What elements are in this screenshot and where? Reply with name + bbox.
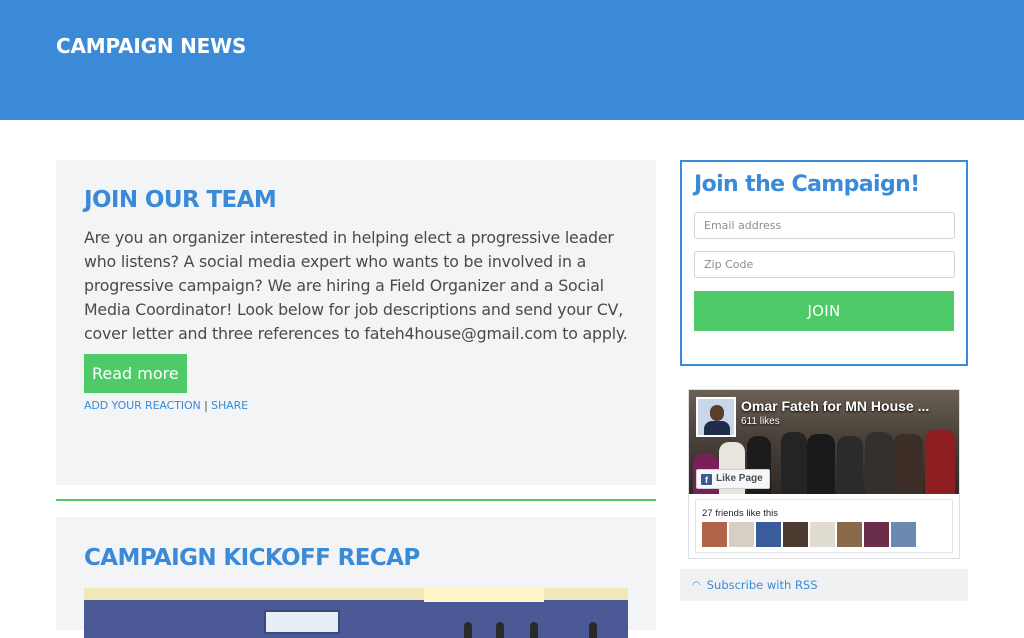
facebook-cover-photo[interactable]: Omar Fateh for MN House ... 611 likes f … <box>689 390 959 494</box>
join-button[interactable]: JOIN <box>694 291 954 331</box>
site-header: CAMPAIGN NEWS <box>0 0 1024 120</box>
avatar-face <box>710 405 724 421</box>
email-field[interactable] <box>694 212 955 239</box>
photo-person <box>530 622 538 638</box>
post-actions: ADD YOUR REACTION | SHARE <box>84 399 628 412</box>
like-page-button[interactable]: f Like Page <box>696 469 770 489</box>
rss-subscribe[interactable]: ◠ Subscribe with RSS <box>680 569 968 601</box>
post-title[interactable]: JOIN OUR TEAM <box>84 160 628 213</box>
add-reaction-link[interactable]: ADD YOUR REACTION <box>84 399 201 412</box>
facebook-icon: f <box>701 473 712 485</box>
join-campaign-title: Join the Campaign! <box>694 172 920 197</box>
cover-person <box>781 432 807 494</box>
friend-avatar[interactable] <box>756 522 781 547</box>
post-title[interactable]: CAMPAIGN KICKOFF RECAP <box>84 517 628 571</box>
join-campaign-widget: Join the Campaign! JOIN <box>680 160 968 366</box>
cover-person <box>925 430 955 494</box>
friends-like-text: 27 friends like this <box>702 508 779 519</box>
zip-code-field[interactable] <box>694 251 955 278</box>
rss-icon: ◠ <box>692 579 701 591</box>
post-excerpt: Are you an organizer interested in helpi… <box>84 228 628 343</box>
photo-light <box>424 588 544 602</box>
share-link[interactable]: SHARE <box>211 399 248 412</box>
photo-person <box>464 622 472 638</box>
page-title: CAMPAIGN NEWS <box>56 34 247 58</box>
cover-person <box>893 434 923 494</box>
post-divider <box>56 499 656 501</box>
friend-avatar[interactable] <box>783 522 808 547</box>
friend-avatar[interactable] <box>702 522 727 547</box>
photo-person <box>496 622 504 638</box>
like-page-label: Like Page <box>716 473 763 484</box>
post-join-our-team: JOIN OUR TEAM Are you an organizer inter… <box>56 160 656 485</box>
photo-person <box>589 622 597 638</box>
facebook-page-name[interactable]: Omar Fateh for MN House ... <box>741 398 929 414</box>
friend-avatar[interactable] <box>891 522 916 547</box>
friend-avatar[interactable] <box>864 522 889 547</box>
facebook-friends-box: 27 friends like this <box>695 499 953 553</box>
facebook-like-count: 611 likes <box>741 416 780 427</box>
cover-person <box>865 432 893 494</box>
friend-avatar[interactable] <box>729 522 754 547</box>
photo-wall <box>84 600 628 638</box>
cover-person <box>807 434 835 494</box>
friend-avatar[interactable] <box>837 522 862 547</box>
facebook-page-avatar[interactable] <box>696 397 736 437</box>
cover-person <box>837 436 863 494</box>
photo-sign <box>264 610 340 634</box>
actions-separator: | <box>204 399 208 412</box>
post-campaign-kickoff-recap: CAMPAIGN KICKOFF RECAP <box>56 517 656 638</box>
facebook-page-widget: Omar Fateh for MN House ... 611 likes f … <box>688 389 960 559</box>
read-more-button[interactable]: Read more <box>84 354 187 393</box>
avatar-suit <box>704 421 730 435</box>
rss-subscribe-link[interactable]: Subscribe with RSS <box>707 578 818 592</box>
friend-avatar[interactable] <box>810 522 835 547</box>
friends-avatar-list <box>702 522 916 547</box>
kickoff-photo[interactable] <box>84 588 628 638</box>
